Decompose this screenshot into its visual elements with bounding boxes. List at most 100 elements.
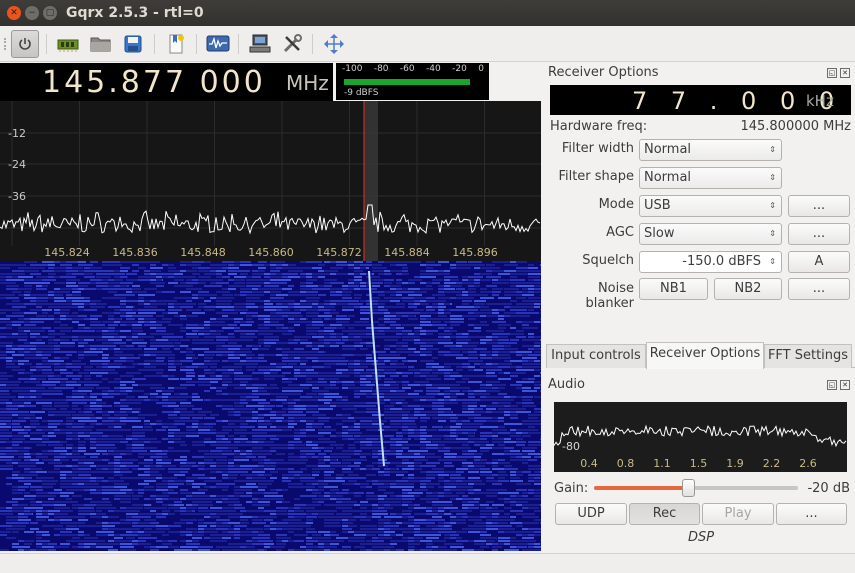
dock-tabbar: Input controls Receiver Options FFT Sett… xyxy=(546,342,855,369)
y-tick-label: -36 xyxy=(8,190,26,203)
frequency-unit: MHz xyxy=(286,71,329,95)
waterfall-display[interactable] xyxy=(0,261,541,551)
x-tick-label: 145.884 xyxy=(384,246,430,259)
audio-spectrum-canvas[interactable]: -800.4 0.8 1.1 1.5 1.9 2.2 2.6 xyxy=(554,402,847,472)
float-dock-icon[interactable]: ◱ xyxy=(827,380,837,390)
y-tick-label: -24 xyxy=(8,158,26,171)
record-button[interactable]: Rec xyxy=(629,503,700,525)
audio-x-tick-label: 1.1 xyxy=(653,457,671,470)
meter-tick-label: -100 xyxy=(342,64,363,74)
receiver-options-title: Receiver Options xyxy=(548,65,659,80)
filter-offset-display[interactable]: 7 7 . 0 0 0 kHz xyxy=(550,85,851,115)
mode-label: Mode xyxy=(598,197,634,212)
squelch-auto-button[interactable]: A xyxy=(788,251,850,273)
hardware-icon xyxy=(57,39,79,52)
combo-arrow-icon: ⇕ xyxy=(769,145,776,154)
toolbar-grip[interactable] xyxy=(4,38,6,50)
toolbar-separator xyxy=(312,34,313,54)
save-button[interactable] xyxy=(119,30,147,58)
tools-button[interactable] xyxy=(278,30,306,58)
spectrum-plot[interactable]: -12 -24 -36 145.824 145.836 145.848 145.860 145… xyxy=(0,101,541,261)
fft-button[interactable] xyxy=(204,30,232,58)
signal-level-label: -9 dBFS xyxy=(344,88,379,98)
agc-value: Slow xyxy=(644,226,675,241)
window-title: Gqrx 2.5.3 - rtl=0 xyxy=(66,5,204,21)
agc-select[interactable]: Slow ⇕ xyxy=(639,223,782,245)
fft-icon xyxy=(206,35,230,52)
audio-y-tick-label: -80 xyxy=(562,440,580,453)
signal-meter: -100 -80 -60 -40 -20 0 -9 dBFS xyxy=(336,63,489,100)
audio-spectrum-plot[interactable]: -80 0.4 0.8 1.1 1.5 1.9 2.2 2.6 xyxy=(554,402,847,472)
nb2-button[interactable]: NB2 xyxy=(714,278,782,300)
combo-arrow-icon: ⇕ xyxy=(769,201,776,210)
hardware-button[interactable] xyxy=(54,30,82,58)
minimize-window-button[interactable]: − xyxy=(25,6,39,20)
hardware-freq-value: 145.800000 MHz xyxy=(740,119,851,134)
toolbar-separator xyxy=(238,34,239,54)
nb1-button[interactable]: NB1 xyxy=(639,278,708,300)
nb-options-button[interactable]: ... xyxy=(788,278,850,300)
meter-tick-label: -40 xyxy=(426,64,441,74)
squelch-spinbox[interactable]: -150.0 dBFS ⇕ xyxy=(639,251,782,273)
bookmark-button[interactable] xyxy=(162,30,190,58)
combo-arrow-icon: ⇕ xyxy=(769,229,776,238)
gain-slider-handle[interactable] xyxy=(682,479,695,497)
audio-x-tick-label: 2.2 xyxy=(763,457,781,470)
remote-control-button[interactable] xyxy=(246,30,274,58)
mode-select[interactable]: USB ⇕ xyxy=(639,195,782,217)
audio-options-button[interactable]: ... xyxy=(776,503,847,525)
float-dock-icon[interactable]: ◱ xyxy=(827,68,837,78)
fullscreen-button[interactable] xyxy=(320,30,348,58)
main-toolbar xyxy=(0,26,855,62)
waterfall-canvas[interactable] xyxy=(0,261,541,551)
maximize-window-button[interactable]: ▢ xyxy=(43,6,57,20)
toolbar-separator xyxy=(196,34,197,54)
close-dock-icon[interactable]: ✕ xyxy=(840,380,850,390)
filter-width-label: Filter width xyxy=(561,141,634,156)
filter-shape-label: Filter shape xyxy=(558,169,634,184)
meter-tick-label: -20 xyxy=(452,64,467,74)
hardware-freq-label: Hardware freq: xyxy=(550,119,648,134)
fullscreen-icon xyxy=(324,34,344,54)
audio-x-tick-label: 1.9 xyxy=(726,457,744,470)
agc-options-button[interactable]: ... xyxy=(788,223,850,245)
meter-tick-label: 0 xyxy=(478,64,484,74)
x-tick-label: 145.872 xyxy=(316,246,362,259)
mode-value: USB xyxy=(644,198,671,213)
audio-x-tick-label: 2.6 xyxy=(799,457,817,470)
dsp-label: DSP xyxy=(687,530,715,545)
filter-width-value: Normal xyxy=(644,142,692,157)
audio-x-tick-label: 0.8 xyxy=(617,457,635,470)
meter-tick-label: -80 xyxy=(373,64,389,74)
waterfall-noise xyxy=(0,261,541,551)
filter-width-select[interactable]: Normal ⇕ xyxy=(639,139,782,161)
x-tick-label: 145.860 xyxy=(248,246,294,259)
mode-options-button[interactable]: ... xyxy=(788,195,850,217)
spectrum-canvas[interactable]: -12 -24 -36 145.824 145.836 145.848 145.860 145… xyxy=(0,101,541,261)
power-button[interactable] xyxy=(11,30,39,58)
spin-arrow-icon[interactable]: ⇕ xyxy=(769,252,776,272)
filter-shape-select[interactable]: Normal ⇕ xyxy=(639,167,782,189)
meter-scale: -100 -80 -60 -40 -20 0 xyxy=(342,64,484,76)
filter-passband[interactable] xyxy=(364,101,378,261)
audio-title: Audio xyxy=(548,377,585,392)
tab-input-controls[interactable]: Input controls xyxy=(546,344,646,368)
close-window-button[interactable]: ✕ xyxy=(7,6,21,20)
udp-button[interactable]: UDP xyxy=(555,503,627,525)
tab-receiver-options[interactable]: Receiver Options xyxy=(646,342,764,369)
filter-shape-value: Normal xyxy=(644,170,692,185)
receiver-dock-buttons: ◱ ✕ xyxy=(827,68,851,79)
frequency-display[interactable]: 145.877 000 MHz xyxy=(0,63,333,101)
x-tick-label: 145.848 xyxy=(180,246,226,259)
play-button[interactable]: Play xyxy=(702,503,774,525)
tab-fft-settings[interactable]: FFT Settings xyxy=(764,344,852,368)
x-tick-label: 145.896 xyxy=(452,246,498,259)
noise-blanker-label: Noise blanker xyxy=(585,281,634,311)
x-tick-label: 145.824 xyxy=(44,246,90,259)
audio-x-tick-label: 1.5 xyxy=(690,457,708,470)
signal-level-bar xyxy=(344,79,470,85)
open-button[interactable] xyxy=(87,30,115,58)
spectrum-trace xyxy=(0,204,541,235)
close-dock-icon[interactable]: ✕ xyxy=(840,68,850,78)
frequency-digits[interactable]: 145.877 000 xyxy=(42,65,266,100)
